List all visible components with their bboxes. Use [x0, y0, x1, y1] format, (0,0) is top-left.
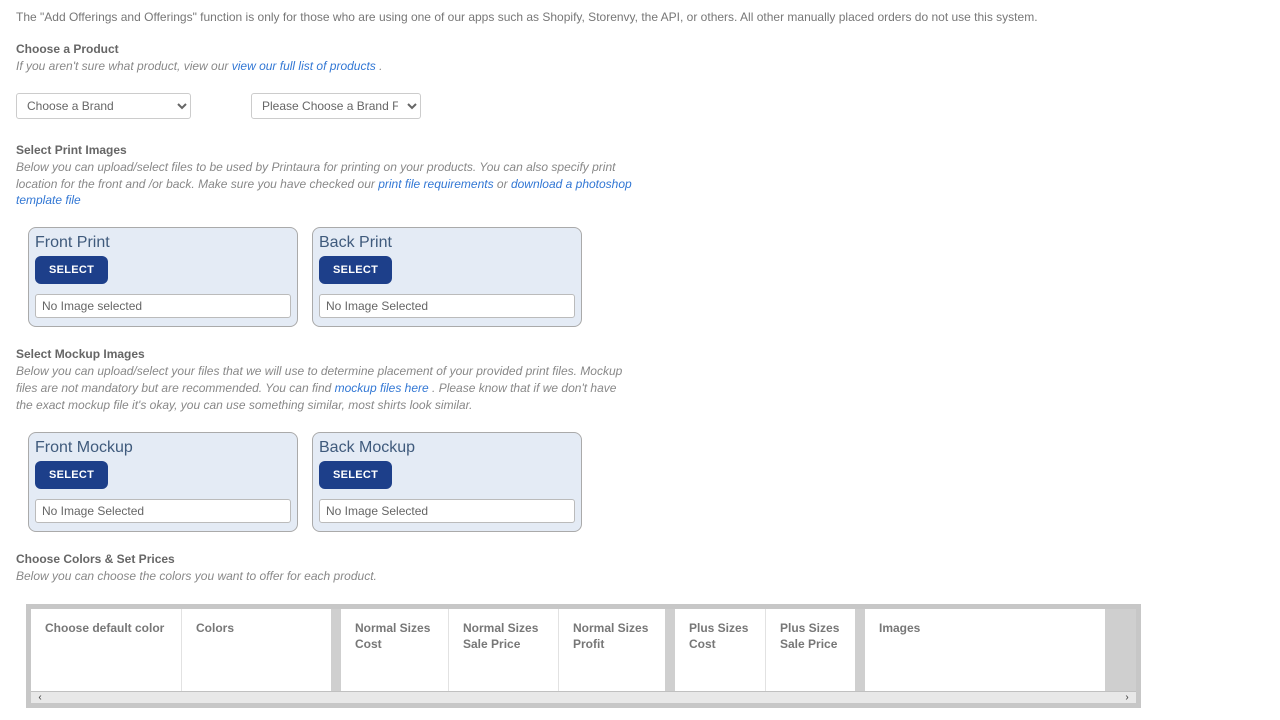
col-default-color: Choose default color	[31, 609, 181, 691]
mockup-section: Select Mockup Images Below you can uploa…	[16, 347, 1264, 413]
intro-text: The "Add Offerings and Offerings" functi…	[16, 10, 1264, 24]
colors-section: Choose Colors & Set Prices Below you can…	[16, 552, 1264, 585]
choose-product-sub: If you aren't sure what product, view ou…	[16, 58, 636, 75]
front-print-title: Front Print	[35, 234, 291, 252]
back-mockup-title: Back Mockup	[319, 439, 575, 457]
choose-product-title: Choose a Product	[16, 42, 1264, 56]
brand-select[interactable]: Choose a Brand	[16, 93, 191, 119]
col-normal-profit: Normal Sizes Profit	[558, 609, 665, 691]
choose-product-sub-prefix: If you aren't sure what product, view ou…	[16, 59, 232, 73]
print-sub-mid: or	[494, 177, 511, 191]
back-mockup-panel: Back Mockup SELECT	[312, 432, 582, 532]
product-selects-row: Choose a Brand Please Choose a Brand Fir…	[16, 93, 1264, 119]
print-panels: Front Print SELECT Back Print SELECT	[16, 227, 1264, 327]
print-requirements-link[interactable]: print file requirements	[378, 177, 493, 191]
choose-product-sub-suffix: .	[376, 59, 383, 73]
product-select[interactable]: Please Choose a Brand First	[251, 93, 421, 119]
back-mockup-select-button[interactable]: SELECT	[319, 461, 392, 489]
col-normal-cost: Normal Sizes Cost	[341, 609, 448, 691]
full-list-link[interactable]: view our full list of products	[232, 59, 376, 73]
back-print-select-button[interactable]: SELECT	[319, 256, 392, 284]
table-group-3: Plus Sizes Cost Plus Sizes Sale Price	[675, 609, 855, 691]
colors-sub: Below you can choose the colors you want…	[16, 568, 636, 585]
print-section: Select Print Images Below you can upload…	[16, 143, 1264, 209]
col-images: Images	[865, 609, 1105, 691]
front-mockup-status	[35, 499, 291, 523]
color-price-table: Choose default color Colors Normal Sizes…	[26, 604, 1141, 708]
front-print-status	[35, 294, 291, 318]
mockup-title: Select Mockup Images	[16, 347, 1264, 361]
print-title: Select Print Images	[16, 143, 1264, 157]
front-print-panel: Front Print SELECT	[28, 227, 298, 327]
col-plus-cost: Plus Sizes Cost	[675, 609, 765, 691]
mockup-sub: Below you can upload/select your files t…	[16, 363, 636, 413]
back-mockup-status	[319, 499, 575, 523]
scroll-right-icon[interactable]: ›	[1122, 692, 1132, 703]
col-colors: Colors	[181, 609, 331, 691]
colors-title: Choose Colors & Set Prices	[16, 552, 1264, 566]
back-print-panel: Back Print SELECT	[312, 227, 582, 327]
front-mockup-title: Front Mockup	[35, 439, 291, 457]
mockup-files-link[interactable]: mockup files here	[335, 381, 429, 395]
front-mockup-panel: Front Mockup SELECT	[28, 432, 298, 532]
table-scrollbar[interactable]: ‹ ›	[31, 691, 1136, 703]
mockup-panels: Front Mockup SELECT Back Mockup SELECT	[16, 432, 1264, 532]
scroll-left-icon[interactable]: ‹	[35, 692, 45, 703]
print-sub: Below you can upload/select files to be …	[16, 159, 636, 209]
choose-product-section: Choose a Product If you aren't sure what…	[16, 42, 1264, 75]
table-row: Choose default color Colors Normal Sizes…	[31, 609, 1136, 691]
front-mockup-select-button[interactable]: SELECT	[35, 461, 108, 489]
front-print-select-button[interactable]: SELECT	[35, 256, 108, 284]
col-normal-sale: Normal Sizes Sale Price	[448, 609, 558, 691]
table-group-2: Normal Sizes Cost Normal Sizes Sale Pric…	[341, 609, 665, 691]
back-print-status	[319, 294, 575, 318]
col-plus-sale: Plus Sizes Sale Price	[765, 609, 855, 691]
table-group-4: Images	[865, 609, 1105, 691]
back-print-title: Back Print	[319, 234, 575, 252]
table-group-1: Choose default color Colors	[31, 609, 331, 691]
